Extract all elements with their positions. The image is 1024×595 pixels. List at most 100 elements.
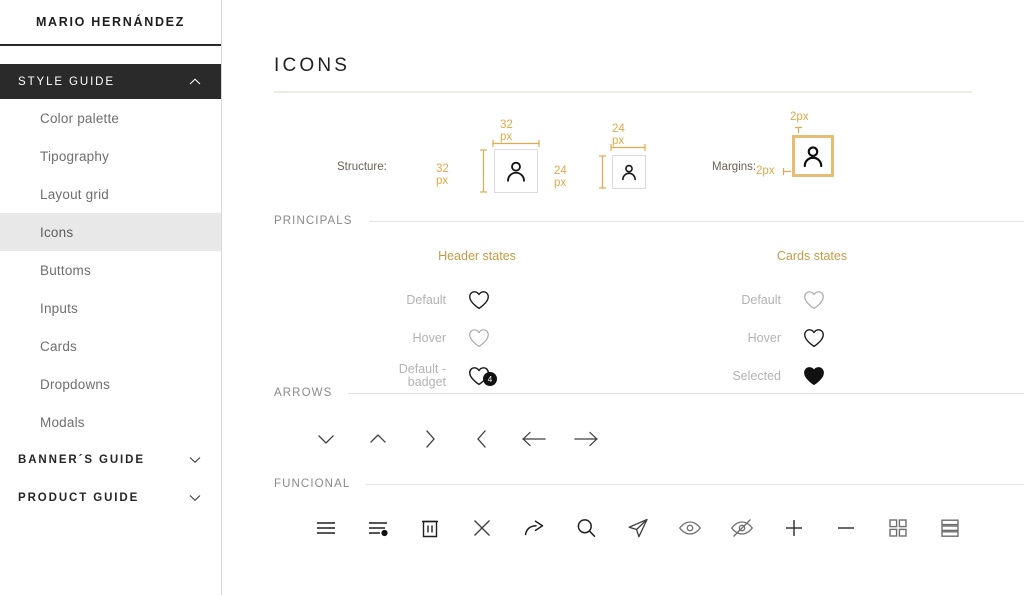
section-label: PRINCIPALS: [274, 215, 353, 227]
person-icon-box-24: [612, 155, 646, 189]
chevron-up-icon[interactable]: [352, 427, 404, 451]
page-title: ICONS: [274, 55, 351, 76]
sidebar: MARIO HERNÁNDEZ STYLE GUIDE Color palett…: [0, 0, 222, 595]
title-divider: [274, 91, 972, 93]
eye-icon[interactable]: [664, 516, 716, 540]
section-divider: [368, 220, 1024, 222]
arrow-right-icon[interactable]: [560, 427, 612, 451]
plus-icon[interactable]: [768, 516, 820, 540]
section-divider: [366, 483, 1024, 485]
state-label: Default - badget: [398, 362, 446, 389]
share-icon[interactable]: [508, 516, 560, 540]
chevron-left-icon[interactable]: [456, 427, 508, 451]
structure-label: Structure:: [337, 161, 387, 173]
header-states-title: Header states: [438, 249, 516, 263]
trash-icon[interactable]: [404, 516, 456, 540]
app-root: MARIO HERNÁNDEZ STYLE GUIDE Color palett…: [0, 0, 1024, 595]
sidebar-item-layout-grid[interactable]: Layout grid: [0, 175, 221, 213]
sidebar-item-cards[interactable]: Cards: [0, 327, 221, 365]
cards-state-hover: Hover: [707, 319, 917, 357]
margin-top-label: 2px: [790, 111, 809, 123]
margins-label: Margins:: [712, 161, 757, 173]
header-state-default-badget: Default - badget 4: [372, 357, 582, 395]
grid-view-icon[interactable]: [872, 516, 924, 540]
sidebar-group-label: PRODUCT GUIDE: [18, 492, 140, 504]
sidebar-item-label: Tipography: [40, 148, 110, 164]
close-icon[interactable]: [456, 516, 508, 540]
heart-outline-icon[interactable]: [464, 328, 494, 348]
sidebar-item-label: Icons: [40, 224, 74, 240]
sidebar-item-modals[interactable]: Modals: [0, 403, 221, 441]
sidebar-item-label: Color palette: [40, 110, 120, 126]
funcional-row: [300, 506, 1024, 550]
header-state-hover: Hover: [372, 319, 582, 357]
chevron-down-icon[interactable]: [300, 427, 352, 451]
arrows-row: [300, 417, 1024, 461]
cards-state-selected: Selected: [707, 357, 917, 395]
sidebar-group-style-guide[interactable]: STYLE GUIDE: [0, 64, 221, 99]
spec-24px-width-bar: [610, 143, 646, 152]
person-icon-box-margins: [792, 135, 834, 177]
sidebar-spacer: [0, 46, 221, 64]
heart-outline-icon[interactable]: [799, 290, 829, 310]
spec-24px-height-label: 24 px: [554, 165, 567, 189]
sidebar-group-label: STYLE GUIDE: [18, 75, 115, 88]
sidebar-item-label: Cards: [40, 338, 78, 354]
person-icon: [619, 162, 639, 182]
heart-badge-icon[interactable]: 4: [464, 366, 497, 386]
header-state-default: Default: [372, 281, 582, 319]
person-icon-box-32: [494, 149, 538, 193]
sidebar-item-dropdowns[interactable]: Dropdowns: [0, 365, 221, 403]
spec-32px-height-bar: [479, 149, 488, 193]
spec-32px-height-label: 32 px: [436, 163, 449, 187]
state-label: Default: [741, 293, 781, 307]
margin-left-label: 2px: [756, 165, 775, 177]
minus-icon[interactable]: [820, 516, 872, 540]
list-view-icon[interactable]: [924, 516, 976, 540]
sidebar-item-color-palette[interactable]: Color palette: [0, 99, 221, 137]
state-label: Selected: [732, 369, 781, 383]
person-icon: [503, 158, 529, 184]
send-icon[interactable]: [612, 516, 664, 540]
eye-off-icon[interactable]: [716, 516, 768, 540]
sidebar-group-label: BANNER´S GUIDE: [18, 454, 145, 466]
main-content: ICONS Structure: 32 px 32 px 24 px 24 px…: [222, 0, 1024, 595]
sidebar-item-label: Dropdowns: [40, 376, 111, 392]
sidebar-item-label: Modals: [40, 414, 85, 430]
person-icon: [800, 143, 826, 169]
cards-state-default: Default: [707, 281, 917, 319]
principals-section: Header states Default Hover Default - ba…: [222, 227, 1024, 389]
menu-icon[interactable]: [300, 516, 352, 540]
heart-filled-icon[interactable]: [799, 366, 829, 386]
search-icon[interactable]: [560, 516, 612, 540]
brand-logo: MARIO HERNÁNDEZ: [0, 0, 221, 46]
section-header-principals: PRINCIPALS: [274, 215, 1024, 227]
arrow-left-icon[interactable]: [508, 427, 560, 451]
chevron-up-icon: [187, 74, 203, 90]
heart-outline-icon[interactable]: [464, 290, 494, 310]
sidebar-group-banners-guide[interactable]: BANNER´S GUIDE: [0, 441, 221, 479]
chevron-right-icon[interactable]: [404, 427, 456, 451]
section-label: ARROWS: [274, 387, 333, 399]
state-label: Hover: [747, 331, 781, 345]
sidebar-item-icons[interactable]: Icons: [0, 213, 221, 251]
sidebar-item-label: Layout grid: [40, 186, 109, 202]
sidebar-item-label: Buttoms: [40, 262, 91, 278]
sidebar-group-product-guide[interactable]: PRODUCT GUIDE: [0, 479, 221, 517]
state-label: Hover: [412, 331, 446, 345]
spec-32px-width-bar: [492, 139, 540, 148]
sidebar-item-tipography[interactable]: Tipography: [0, 137, 221, 175]
cards-states-group: Cards states Default Hover Selected: [707, 249, 917, 395]
chevron-down-icon: [187, 490, 203, 506]
section-header-funcional: FUNCIONAL: [274, 478, 1024, 490]
chevron-down-icon: [187, 452, 203, 468]
margin-top-bar: [794, 126, 803, 134]
section-label: FUNCIONAL: [274, 478, 351, 490]
sidebar-item-buttoms[interactable]: Buttoms: [0, 251, 221, 289]
sidebar-item-inputs[interactable]: Inputs: [0, 289, 221, 327]
state-label: Default: [406, 293, 446, 307]
badge-count: 4: [483, 372, 497, 386]
menu-notification-icon[interactable]: [352, 516, 404, 540]
header-states-group: Header states Default Hover Default - ba…: [372, 249, 582, 395]
heart-outline-icon[interactable]: [799, 328, 829, 348]
